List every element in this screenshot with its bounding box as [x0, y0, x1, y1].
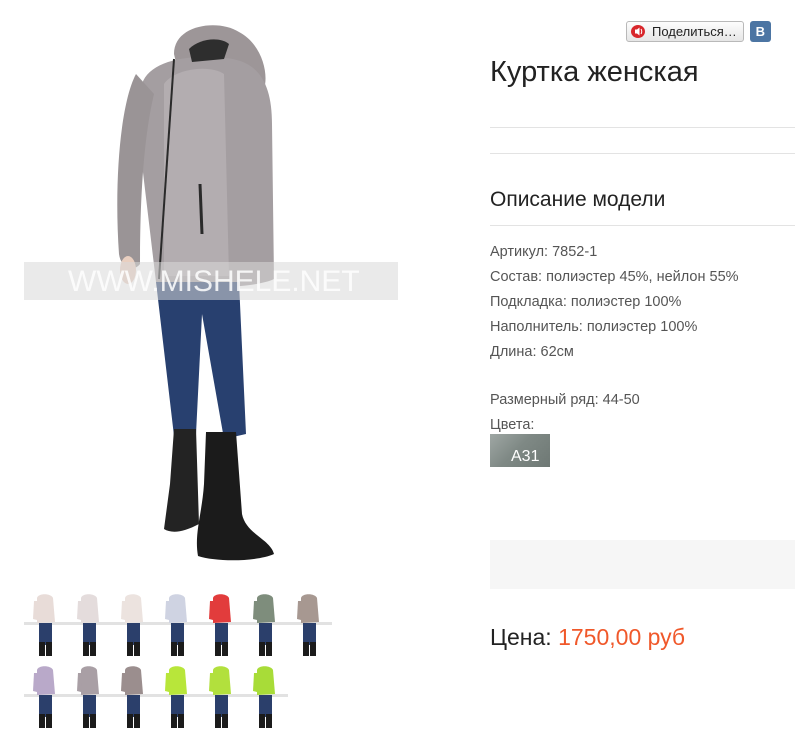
price: Цена: 1750,00 руб: [490, 624, 685, 651]
product-thumbnail[interactable]: [156, 664, 200, 734]
spec-filling: Наполнитель: полиэстер 100%: [490, 319, 698, 335]
spec-lining: Подкладка: полиэстер 100%: [490, 294, 682, 310]
description-title: Описание модели: [490, 188, 666, 211]
spec-composition: Состав: полиэстер 45%, нейлон 55%: [490, 269, 739, 285]
product-main-photo[interactable]: WWW.MISHELE.NET: [24, 14, 398, 576]
thumbnail-gallery: [24, 592, 374, 736]
product-thumbnail[interactable]: [68, 664, 112, 734]
price-label: Цена:: [490, 624, 552, 650]
divider: [490, 225, 795, 226]
spec-length: Длина: 62см: [490, 344, 574, 360]
product-thumbnail[interactable]: [244, 664, 288, 734]
product-thumbnail[interactable]: [288, 592, 332, 662]
divider: [490, 127, 795, 128]
share-button[interactable]: Поделиться…: [626, 20, 744, 42]
color-swatch[interactable]: A31: [490, 434, 550, 467]
product-thumbnail[interactable]: [68, 592, 112, 662]
product-thumbnail[interactable]: [24, 592, 68, 662]
share-button-label: Поделиться…: [652, 23, 737, 39]
spec-article: Артикул: 7852-1: [490, 244, 598, 260]
price-value: 1750,00 руб: [558, 624, 686, 650]
product-thumbnail[interactable]: [200, 664, 244, 734]
product-specs: Артикул: 7852-1 Состав: полиэстер 45%, н…: [490, 240, 795, 438]
watermark-text: WWW.MISHELE.NET: [68, 265, 360, 298]
product-thumbnail[interactable]: [200, 592, 244, 662]
product-thumbnail[interactable]: [112, 664, 156, 734]
vk-share-button[interactable]: В: [749, 20, 771, 42]
speaker-icon: [631, 24, 647, 38]
size-range: Размерный ряд: 44-50: [490, 392, 640, 408]
order-panel: [490, 540, 795, 589]
product-thumbnail[interactable]: [112, 592, 156, 662]
swatch-code: A31: [511, 448, 540, 465]
share-bar: Поделиться… В: [626, 20, 771, 42]
product-thumbnail[interactable]: [156, 592, 200, 662]
product-title: Куртка женская: [490, 56, 699, 88]
product-thumbnail[interactable]: [244, 592, 288, 662]
divider: [490, 153, 795, 154]
product-thumbnail[interactable]: [24, 664, 68, 734]
